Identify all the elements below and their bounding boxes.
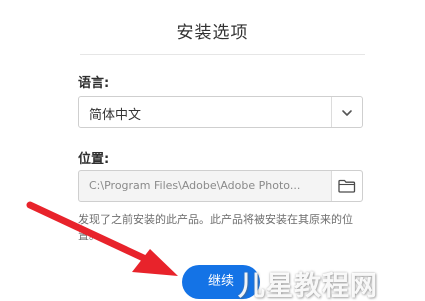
dialog-title: 安装选项 <box>176 23 249 43</box>
chevron-down-icon[interactable] <box>340 105 354 119</box>
red-arrow-annotation <box>26 201 178 276</box>
title-divider <box>80 54 365 55</box>
watermark-text: 儿星教程网 <box>238 271 378 301</box>
location-path-value: C:\Program Files\Adobe\Adobe Photo... <box>89 179 301 192</box>
location-label: 位置: <box>78 152 110 167</box>
previous-install-note: 发现了之前安装的此产品。此产品将被安装在其原来的位置。 <box>78 213 353 242</box>
installer-dialog: 安装选项 语言: 简体中文 位置: C:\Program Files\Adobe… <box>0 0 425 301</box>
language-select[interactable]: 简体中文 <box>78 96 363 128</box>
folder-icon <box>338 179 356 193</box>
browse-folder-button[interactable] <box>332 171 362 201</box>
select-divider <box>331 97 332 127</box>
language-label: 语言: <box>78 76 110 91</box>
location-path-field[interactable]: C:\Program Files\Adobe\Adobe Photo... <box>78 170 363 202</box>
language-selected-value: 简体中文 <box>89 108 142 123</box>
